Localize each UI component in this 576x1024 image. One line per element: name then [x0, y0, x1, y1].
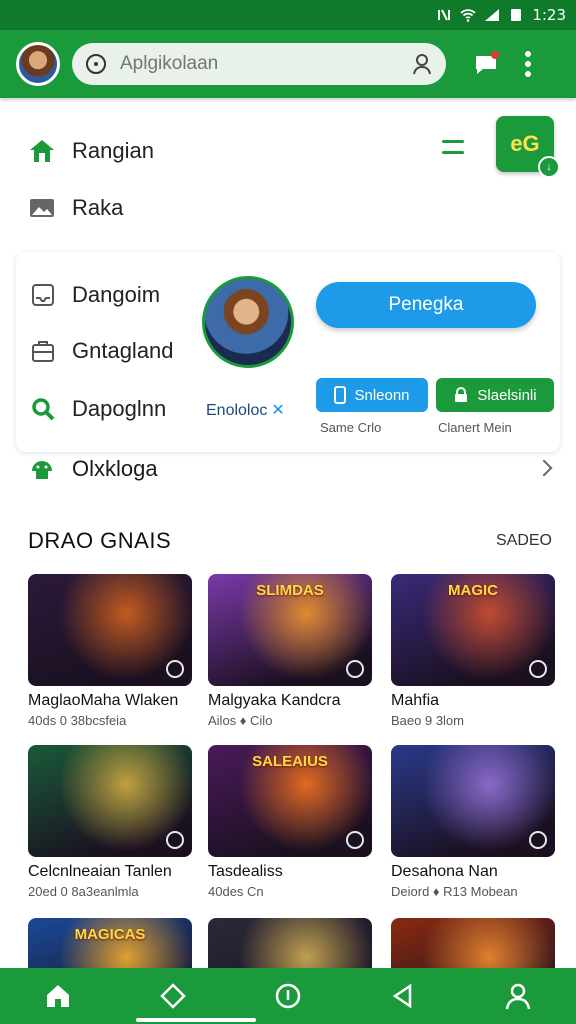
panel-item-label: Dapoglnn	[72, 396, 167, 421]
game-meta: 40ds 0 38bcsfeia	[28, 713, 127, 728]
menu-item-label: Raka	[72, 195, 124, 220]
chat-icon[interactable]	[472, 50, 500, 78]
profile-panel: Dangoim Gntagland Dapoglnn Enololoc ✕ Pen…	[16, 252, 560, 452]
menu-item-label: Rangian	[72, 138, 154, 163]
download-icon: ↓	[538, 156, 560, 178]
home-indicator[interactable]	[136, 1018, 256, 1022]
share-caption: Clanert Mein	[438, 420, 512, 435]
game-thumbnail[interactable]: MAGIC	[391, 574, 555, 686]
game-meta: 20ed 0 8a3eanlmla	[28, 884, 139, 899]
play-icon[interactable]	[529, 831, 547, 849]
game-thumbnail[interactable]: SALEAIUS	[208, 745, 372, 857]
panel-item-label: Gntagland	[72, 338, 174, 363]
more-menu-icon[interactable]	[524, 51, 532, 77]
profile-avatar[interactable]	[16, 42, 60, 86]
game-logo-text: SALEAIUS	[252, 753, 328, 770]
battery-icon	[511, 9, 522, 21]
game-title: Celcnlneaian Tanlen	[28, 863, 172, 880]
home-nav-icon[interactable]	[43, 981, 73, 1011]
section-see-all-link[interactable]: SADEO	[496, 532, 552, 550]
status-bar: 1:23	[0, 0, 576, 30]
game-card[interactable]: Desahona Nan Deiord ♦ R13 Mobean	[391, 745, 555, 899]
game-card[interactable]: MaglaoMaha Wlaken 40ds 0 38bcsfeia	[28, 574, 192, 728]
game-card[interactable]: MAGIC Mahfia Baeo 9 3lom	[391, 574, 555, 728]
game-logo-text: MAGIC	[448, 582, 498, 599]
game-title: Malgyaka Kandcra	[208, 692, 341, 709]
game-meta: 40des Cn	[208, 884, 264, 899]
chevron-right-icon[interactable]	[535, 459, 553, 477]
briefcase-icon	[32, 341, 54, 362]
status-time: 1:23	[532, 6, 566, 24]
image-icon	[30, 199, 54, 217]
play-icon[interactable]	[346, 660, 364, 678]
close-icon[interactable]: ✕	[271, 402, 284, 419]
search-icon	[32, 398, 55, 421]
menu-item-raka[interactable]: Raka	[28, 195, 123, 221]
phone-caption: Same Crlo	[320, 420, 382, 435]
game-meta: Deiord ♦ R13 Mobean	[391, 884, 518, 899]
game-title: MaglaoMaha Wlaken	[28, 692, 179, 709]
bottom-nav	[0, 968, 576, 1024]
info-icon	[86, 54, 106, 74]
game-meta: Ailos ♦ Cilo	[208, 713, 273, 728]
play-icon[interactable]	[166, 660, 184, 678]
enroll-label: Enololoc ✕	[206, 402, 285, 419]
share-button-label: Slaelsinli	[477, 386, 537, 404]
signal-icon	[485, 9, 500, 21]
menu-item-rangian[interactable]: Rangian	[28, 138, 154, 164]
panel-item-label: Dangoim	[72, 282, 161, 307]
play-icon[interactable]	[346, 831, 364, 849]
phone-button[interactable]: Snleonn	[316, 378, 428, 412]
panel-item-gntagland[interactable]: Gntagland	[30, 338, 174, 364]
phone-button-label: Snleonn	[354, 386, 410, 404]
badge-text: eG	[510, 131, 540, 156]
diamond-nav-icon[interactable]	[158, 981, 188, 1011]
search-input[interactable]	[120, 53, 380, 75]
game-title: Mahfia	[391, 692, 440, 709]
panel-item-dapoglnn[interactable]: Dapoglnn	[30, 396, 166, 422]
nfc-icon	[438, 9, 451, 21]
person-icon[interactable]	[412, 53, 432, 75]
game-card[interactable]: SLIMDAS Malgyaka Kandcra Ailos ♦ Cilo	[208, 574, 372, 728]
share-button[interactable]: Slaelsinli	[436, 378, 554, 412]
inbox-icon	[32, 284, 54, 306]
game-logo-text: SLIMDAS	[256, 582, 324, 599]
wifi-icon	[460, 9, 476, 22]
game-meta: Baeo 9 3lom	[391, 713, 464, 728]
phone-icon	[334, 386, 347, 404]
play-icon[interactable]	[529, 660, 547, 678]
hero-avatar[interactable]	[202, 276, 294, 368]
profile-nav-icon[interactable]	[503, 981, 533, 1011]
game-card[interactable]: SALEAIUS Tasdealiss 40des Cn	[208, 745, 372, 899]
app-bar	[0, 30, 576, 98]
search-bar[interactable]	[72, 43, 446, 85]
menu-item-label: Olxkloga	[72, 456, 158, 481]
primary-button[interactable]: Penegka	[316, 282, 536, 328]
play-icon[interactable]	[166, 831, 184, 849]
eg-badge-button[interactable]: eG ↓	[496, 116, 560, 178]
back-nav-icon[interactable]	[388, 981, 418, 1011]
equals-icon[interactable]	[442, 140, 464, 154]
section-title: DRAO GNAIS	[28, 528, 172, 553]
home-icon	[30, 140, 54, 162]
game-thumbnail[interactable]: SLIMDAS	[208, 574, 372, 686]
info-nav-icon[interactable]	[273, 981, 303, 1011]
lock-icon	[455, 387, 468, 402]
android-icon	[32, 461, 52, 479]
game-thumbnail[interactable]	[28, 745, 192, 857]
menu-item-olxkloga[interactable]: Olxkloga	[28, 455, 158, 483]
game-thumbnail[interactable]	[391, 745, 555, 857]
game-thumbnail[interactable]	[28, 574, 192, 686]
game-logo-text: MAGICAS	[74, 926, 146, 943]
game-card[interactable]: Celcnlneaian Tanlen 20ed 0 8a3eanlmla	[28, 745, 192, 899]
game-title: Desahona Nan	[391, 863, 498, 880]
game-title: Tasdealiss	[208, 863, 283, 880]
panel-item-dangoim[interactable]: Dangoim	[30, 282, 160, 308]
